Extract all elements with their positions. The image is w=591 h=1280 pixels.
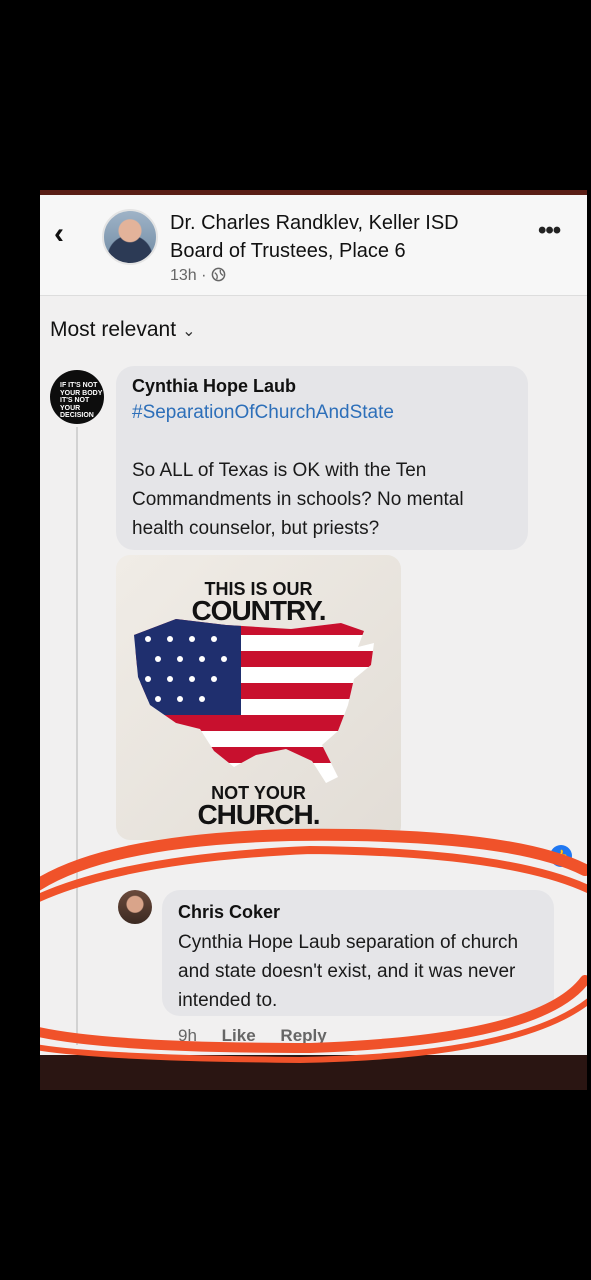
post-comments-screen: ‹ Dr. Charles Randklev, Keller ISD Board…	[40, 190, 587, 1090]
annotation-circle	[40, 828, 587, 1064]
